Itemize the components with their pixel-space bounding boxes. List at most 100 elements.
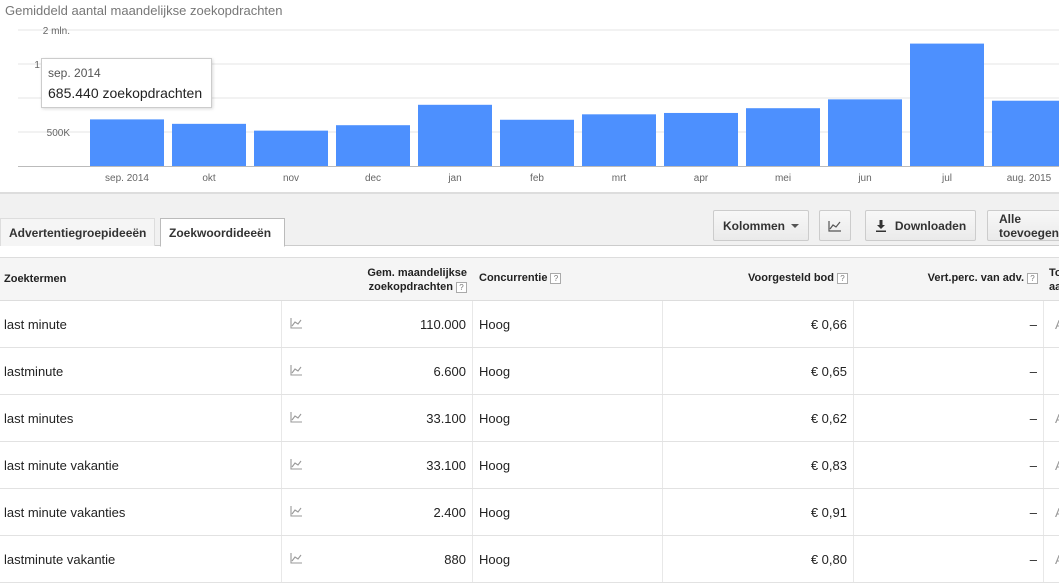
- column-divider: [1043, 348, 1044, 394]
- tooltip-value: 685.440 zoekopdrachten: [48, 85, 203, 101]
- tab-keyword-ideas[interactable]: Zoekwoordideeën: [160, 218, 285, 247]
- keyword-term: lastminute vakantie: [4, 552, 116, 567]
- add-keyword-value[interactable]: A: [1055, 552, 1059, 567]
- header-competition-label: Concurrentie: [479, 272, 548, 284]
- y-tick-label: 2 mln.: [43, 26, 70, 37]
- table-row: last minute 110.000 Hoog € 0,66 – A: [0, 301, 1059, 348]
- ad-share-value: –: [1029, 458, 1037, 473]
- chart-tooltip: sep. 2014 685.440 zoekopdrachten: [41, 58, 212, 108]
- x-tick-label: sep. 2014: [105, 173, 149, 184]
- tab-bar: Advertentiegroepideeën Zoekwoordideeën K…: [0, 194, 1059, 247]
- header-share-label: Vert.perc. van adv.: [927, 272, 1024, 284]
- ad-share-value: –: [1029, 364, 1037, 379]
- avg-monthly-searches: 6.600: [433, 364, 466, 379]
- bar-6[interactable]: [582, 114, 656, 166]
- column-divider: [281, 301, 282, 347]
- add-keyword-value[interactable]: A: [1055, 505, 1059, 520]
- suggested-bid-value: € 0,62: [810, 411, 847, 426]
- column-divider: [281, 536, 282, 582]
- x-tick-label: okt: [202, 173, 216, 184]
- columns-label: Kolommen: [722, 218, 785, 233]
- bar-0[interactable]: [90, 119, 164, 166]
- bar-4[interactable]: [418, 104, 492, 166]
- ad-share-value: –: [1029, 317, 1037, 332]
- avg-monthly-searches: 33.100: [426, 458, 466, 473]
- suggested-bid-value: € 0,65: [810, 364, 847, 379]
- bar-3[interactable]: [336, 125, 410, 166]
- x-tick-label: jun: [857, 173, 871, 184]
- table-header: Zoektermen Gem. maandelijkse zoekopdrach…: [0, 257, 1059, 301]
- download-icon: [875, 219, 886, 232]
- avg-monthly-searches: 880: [444, 552, 466, 567]
- bar-2[interactable]: [254, 130, 328, 166]
- download-button[interactable]: Downloaden: [865, 210, 976, 241]
- download-label: Downloaden: [894, 218, 967, 233]
- ad-share-value: –: [1029, 505, 1037, 520]
- column-divider: [1043, 489, 1044, 535]
- x-tick-label: jan: [447, 173, 461, 184]
- bar-10[interactable]: [910, 43, 984, 166]
- suggested-bid-value: € 0,91: [810, 505, 847, 520]
- keyword-term: last minute vakantie: [4, 458, 119, 473]
- columns-button[interactable]: Kolommen: [713, 210, 809, 241]
- header-suggested-bid[interactable]: Voorgesteld bod?: [700, 272, 848, 284]
- competition-value: Hoog: [479, 505, 511, 520]
- column-divider: [1043, 442, 1044, 488]
- column-divider: [1043, 395, 1044, 441]
- header-search-terms[interactable]: Zoektermen: [4, 273, 66, 285]
- avg-monthly-searches: 33.100: [426, 411, 466, 426]
- bar-7[interactable]: [664, 112, 738, 166]
- bar-5[interactable]: [500, 119, 574, 166]
- column-divider: [472, 442, 473, 488]
- bar-8[interactable]: [746, 108, 820, 166]
- header-avg-searches[interactable]: Gem. maandelijkse zoekopdrachten?: [345, 266, 467, 294]
- header-avg-line2: zoekopdrachten: [368, 281, 453, 293]
- suggested-bid-value: € 0,80: [810, 552, 847, 567]
- header-avg-line1: Gem. maandelijkse: [367, 267, 467, 279]
- column-divider: [853, 348, 854, 394]
- column-divider: [1043, 536, 1044, 582]
- line-chart-icon: [828, 220, 841, 232]
- add-all-button[interactable]: Alle toevoegen: [987, 210, 1059, 241]
- bar-9[interactable]: [828, 99, 902, 166]
- competition-value: Hoog: [479, 552, 511, 567]
- ad-share-value: –: [1029, 552, 1037, 567]
- column-divider: [662, 442, 663, 488]
- add-keyword-value[interactable]: A: [1055, 317, 1059, 332]
- column-divider: [662, 489, 663, 535]
- suggested-bid-value: € 0,83: [810, 458, 847, 473]
- bar-11[interactable]: [992, 100, 1059, 166]
- avg-monthly-searches: 110.000: [419, 317, 466, 332]
- column-divider: [472, 536, 473, 582]
- x-tick-label: feb: [530, 173, 544, 184]
- keyword-term: last minute vakanties: [4, 505, 126, 520]
- header-ad-share[interactable]: Vert.perc. van adv.?: [880, 272, 1038, 284]
- column-divider: [472, 395, 473, 441]
- help-icon[interactable]: ?: [1027, 272, 1038, 284]
- tab-ad-group-ideas[interactable]: Advertentiegroepideeën: [0, 218, 155, 246]
- column-divider: [853, 536, 854, 582]
- table-row: lastminute vakantie 880 Hoog € 0,80 – A: [0, 536, 1059, 583]
- add-keyword-value[interactable]: A: [1055, 411, 1059, 426]
- bar-1[interactable]: [172, 123, 246, 166]
- table-row: last minute vakanties 2.400 Hoog € 0,91 …: [0, 489, 1059, 536]
- x-tick-label: apr: [694, 173, 709, 184]
- column-divider: [281, 348, 282, 394]
- help-icon[interactable]: ?: [837, 272, 848, 284]
- header-more[interactable]: To aa: [1049, 266, 1059, 294]
- keyword-term: lastminute: [4, 364, 64, 379]
- avg-monthly-searches: 2.400: [433, 505, 466, 520]
- header-competition[interactable]: Concurrentie?: [479, 272, 562, 284]
- competition-value: Hoog: [479, 458, 511, 473]
- help-icon[interactable]: ?: [550, 272, 562, 284]
- chart-toggle-button[interactable]: [819, 210, 851, 241]
- column-divider: [662, 348, 663, 394]
- column-divider: [281, 395, 282, 441]
- column-divider: [662, 301, 663, 347]
- column-divider: [472, 489, 473, 535]
- help-icon[interactable]: ?: [456, 281, 467, 293]
- ad-share-value: –: [1029, 411, 1037, 426]
- column-divider: [853, 395, 854, 441]
- add-keyword-value[interactable]: A: [1055, 458, 1059, 473]
- x-tick-label: nov: [283, 173, 299, 184]
